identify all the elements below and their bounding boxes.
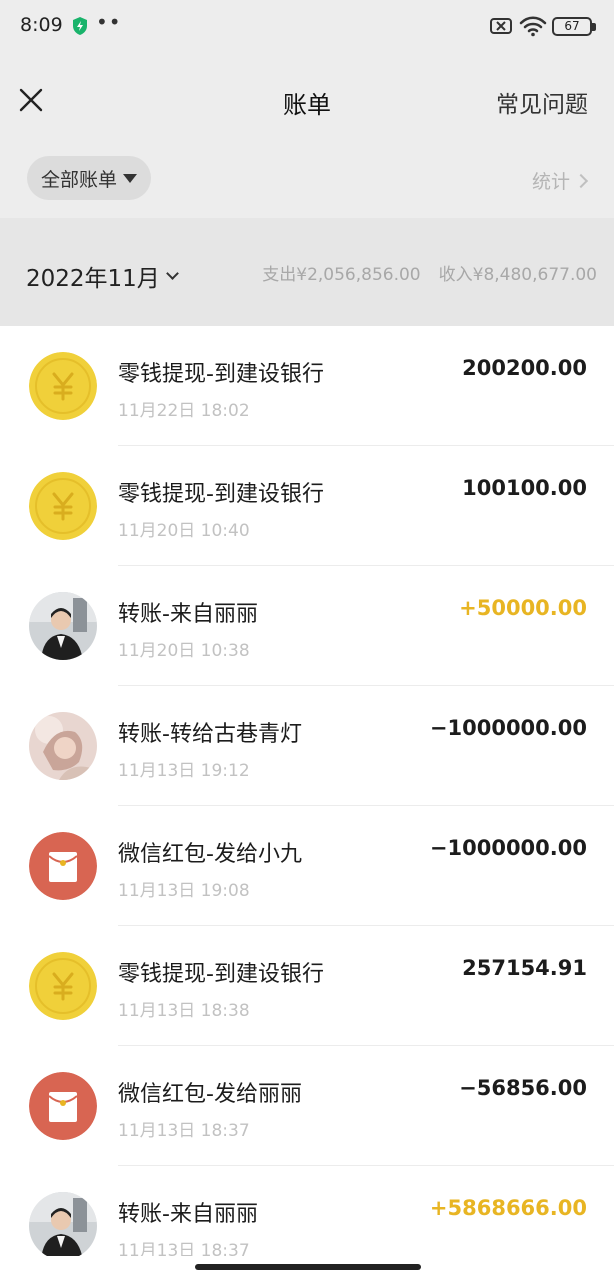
month-label: 2022年11月 [26, 266, 160, 292]
transaction-row[interactable]: 零钱提现-到建设银行 11月22日 18:02 200200.00 [0, 326, 614, 446]
month-header: 2022年11月 支出¥2,056,856.00 收入¥8,480,677.00 [0, 218, 614, 326]
month-expense: 支出¥2,056,856.00 [262, 265, 421, 285]
month-selector[interactable]: 2022年11月 [26, 259, 179, 293]
transaction-row[interactable]: 转账-来自丽丽 11月13日 18:37 +5868666.00 [0, 1166, 614, 1256]
transaction-time: 11月13日 19:12 [118, 761, 250, 781]
coin-icon [29, 472, 97, 540]
transaction-amount: −1000000.00 [429, 836, 587, 860]
transaction-row[interactable]: 转账-来自丽丽 11月20日 10:38 +50000.00 [0, 566, 614, 686]
transaction-title: 微信红包-发给丽丽 [118, 1082, 302, 1107]
home-indicator-area [0, 1256, 614, 1280]
transaction-title: 零钱提现-到建设银行 [118, 962, 324, 987]
transaction-time: 11月13日 19:08 [118, 881, 250, 901]
bill-filter-dropdown[interactable]: 全部账单 [27, 156, 152, 200]
transaction-title: 微信红包-发给小九 [118, 842, 302, 867]
transaction-row[interactable]: 微信红包-发给小九 11月13日 19:08 −1000000.00 [0, 806, 614, 926]
transaction-time: 11月13日 18:37 [118, 1121, 250, 1141]
transaction-amount: 257154.91 [462, 956, 587, 980]
transaction-row[interactable]: 零钱提现-到建设银行 11月13日 18:38 257154.91 [0, 926, 614, 1046]
coin-icon [29, 352, 97, 420]
shield-icon [73, 17, 87, 35]
transaction-amount: −1000000.00 [429, 716, 587, 740]
avatar-photo [29, 592, 97, 660]
dots-icon: •• [96, 10, 122, 34]
transaction-amount: −56856.00 [459, 1076, 587, 1100]
bill-filter-label: 全部账单 [41, 168, 118, 191]
transaction-amount: +5868666.00 [429, 1196, 587, 1220]
transaction-time: 11月20日 10:40 [118, 521, 250, 541]
chevron-right-icon [573, 173, 589, 188]
transaction-title: 转账-转给古巷青灯 [118, 722, 302, 747]
stats-label: 统计 [531, 171, 570, 193]
faq-link[interactable]: 常见问题 [496, 85, 588, 119]
transaction-time: 11月13日 18:37 [118, 1241, 250, 1256]
transaction-row[interactable]: 零钱提现-到建设银行 11月20日 10:40 100100.00 [0, 446, 614, 566]
status-bar: 8:09 •• 67 [0, 0, 614, 52]
sim-x-icon [490, 18, 512, 34]
transaction-row[interactable]: 转账-转给古巷青灯 11月13日 19:12 −1000000.00 [0, 686, 614, 806]
wifi-icon [519, 16, 547, 37]
caret-down-icon [123, 173, 138, 183]
transaction-title: 转账-来自丽丽 [118, 602, 258, 627]
month-summary: 支出¥2,056,856.00 收入¥8,480,677.00 [262, 260, 597, 285]
status-time: 8:09 [20, 14, 63, 36]
transaction-time: 11月22日 18:02 [118, 401, 250, 421]
transaction-title: 转账-来自丽丽 [118, 1202, 258, 1227]
transaction-amount: 100100.00 [462, 476, 587, 500]
transaction-row[interactable]: 微信红包-发给丽丽 11月13日 18:37 −56856.00 [0, 1046, 614, 1166]
chevron-down-icon [165, 267, 179, 280]
red-packet-icon [29, 832, 97, 900]
transaction-list: 零钱提现-到建设银行 11月22日 18:02 200200.00 零钱提现-到建设银… [0, 326, 614, 1256]
avatar-photo-2 [29, 712, 97, 780]
red-packet-icon [29, 1072, 97, 1140]
transaction-title: 零钱提现-到建设银行 [118, 482, 324, 507]
avatar-photo [29, 1192, 97, 1256]
home-indicator[interactable] [195, 1264, 421, 1270]
transaction-time: 11月20日 10:38 [118, 641, 250, 661]
filter-bar: 全部账单 统计 [0, 150, 614, 218]
nav-bar: 账单 常见问题 [0, 52, 614, 150]
battery-icon: 67 [552, 17, 596, 36]
stats-link[interactable]: 统计 [531, 167, 589, 194]
transaction-title: 零钱提现-到建设银行 [118, 362, 324, 387]
coin-icon [29, 952, 97, 1020]
month-income: 收入¥8,480,677.00 [438, 265, 597, 285]
battery-level: 67 [564, 19, 580, 33]
transaction-time: 11月13日 18:38 [118, 1001, 250, 1021]
transaction-amount: 200200.00 [462, 356, 587, 380]
transaction-amount: +50000.00 [459, 596, 587, 620]
